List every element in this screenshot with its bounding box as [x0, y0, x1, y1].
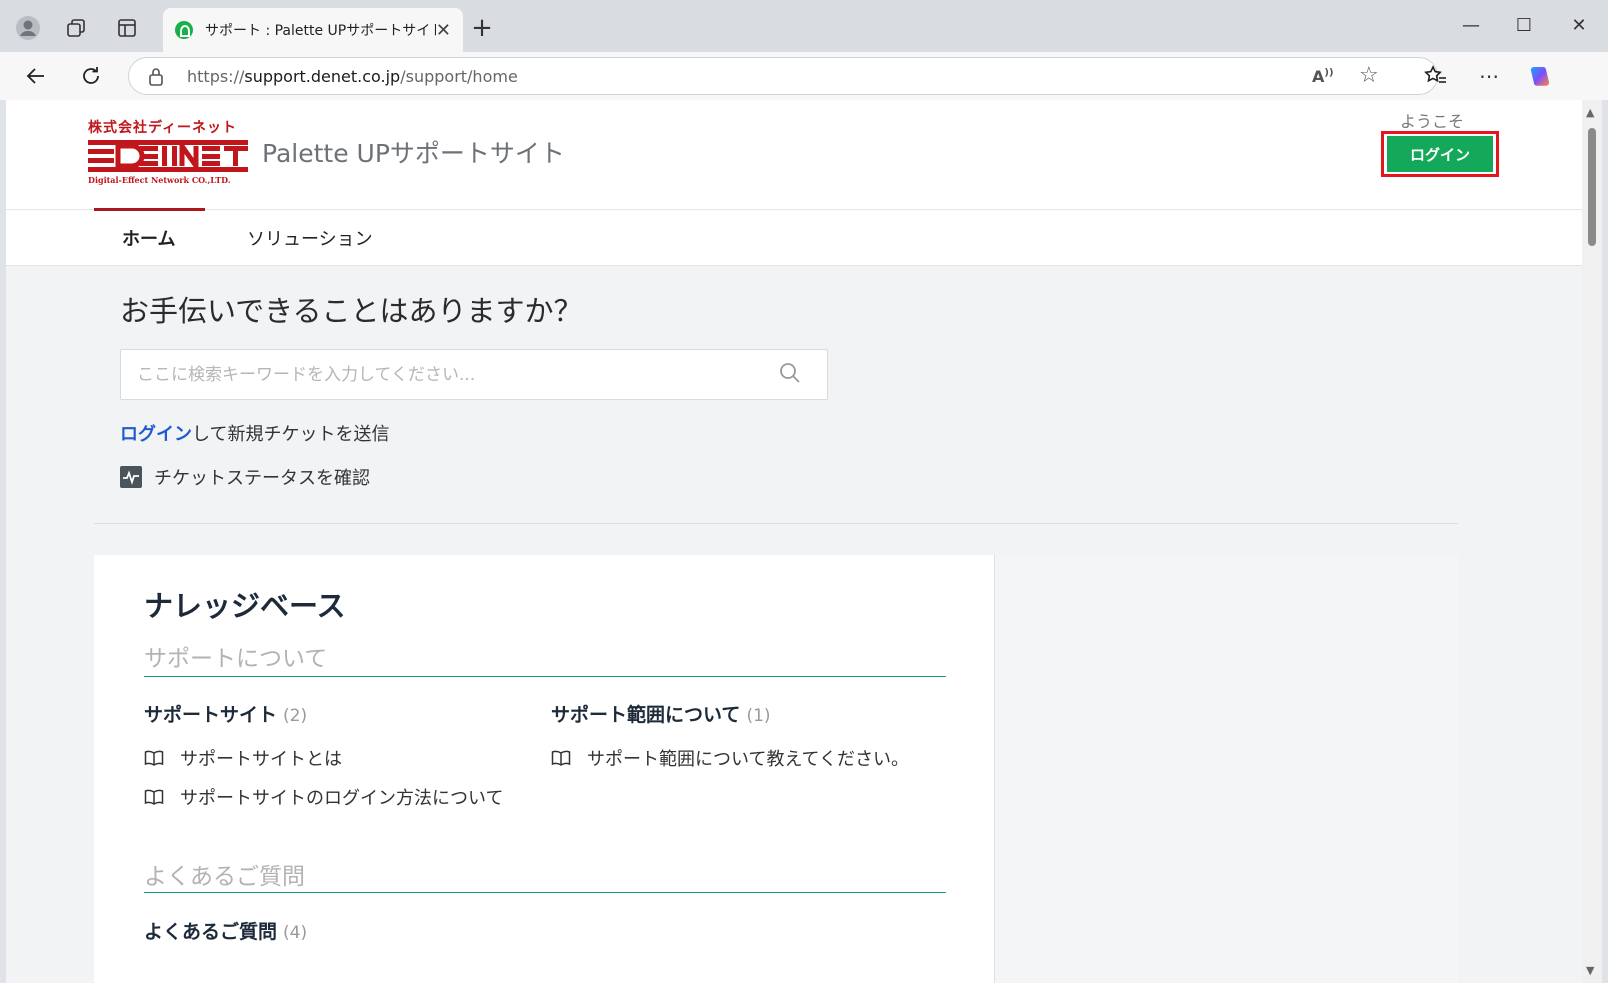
kb-article-link[interactable]: サポートサイトとは [144, 745, 342, 771]
logo-english-name: Digital-Effect Network CO.,LTD. [88, 175, 231, 185]
back-icon[interactable] [22, 62, 50, 90]
address-bar[interactable]: https://support.denet.co.jp/support/home… [128, 57, 1438, 95]
favorites-icon[interactable] [1422, 62, 1450, 90]
kb-category-title[interactable]: サポートサイト (2) [144, 700, 307, 727]
kb-category-title[interactable]: サポート範囲について (1) [551, 700, 771, 727]
active-tab[interactable]: サポート : Palette UPサポートサイト ✕ [163, 8, 463, 52]
knowledge-base-title: ナレッジベース [144, 589, 346, 623]
search-input[interactable] [137, 350, 757, 399]
logo-company-name: 株式会社ディーネット [88, 120, 238, 136]
window-close-icon[interactable]: ✕ [1556, 10, 1602, 40]
workspaces-icon[interactable] [62, 14, 90, 42]
article-title: サポートサイトとは [180, 749, 342, 770]
vertical-tabs-icon[interactable] [113, 14, 141, 42]
maximize-icon[interactable]: ☐ [1501, 10, 1547, 40]
search-box [120, 349, 828, 400]
more-options-icon[interactable]: ⋯ [1475, 62, 1503, 90]
page-scrollbar[interactable]: ▲ ▼ [1582, 100, 1602, 983]
refresh-icon[interactable] [77, 62, 105, 90]
welcome-text: ようこそ [1399, 112, 1464, 131]
new-tab-icon[interactable]: + [466, 12, 498, 44]
url-host: support.denet.co.jp [244, 66, 401, 86]
search-icon[interactable] [779, 362, 801, 384]
category-count: (4) [283, 923, 308, 943]
site-title[interactable]: Palette UPサポートサイト [262, 134, 565, 170]
kb-article-link[interactable]: サポートサイトのログイン方法について [144, 784, 503, 810]
url-path: /support/home [400, 66, 518, 86]
site-header: 株式会社ディーネット Digital-Effect Network CO.,LT… [6, 100, 1582, 210]
logo-mark-icon [88, 140, 248, 172]
kb-section-underline [144, 676, 946, 677]
scroll-up-icon[interactable]: ▲ [1586, 106, 1594, 119]
book-icon [144, 750, 164, 766]
minimize-icon[interactable]: — [1448, 10, 1494, 40]
kb-article-link[interactable]: サポート範囲について教えてください。 [551, 745, 909, 771]
read-aloud-icon[interactable]: A)) [1312, 67, 1334, 86]
favorite-star-icon[interactable]: ☆ [1359, 63, 1379, 88]
sidebar-panel [994, 555, 1458, 983]
activity-icon [120, 466, 142, 488]
scroll-thumb[interactable] [1588, 128, 1596, 246]
kb-section-title[interactable]: よくあるご質問 [144, 857, 305, 891]
lock-icon[interactable] [147, 67, 165, 91]
browser-toolbar: https://support.denet.co.jp/support/home… [0, 52, 1608, 100]
header-login-button-highlight: ログイン [1381, 131, 1499, 177]
category-name: サポート範囲について [551, 704, 741, 726]
browser-tab-strip: サポート : Palette UPサポートサイト ✕ + — ☐ ✕ [0, 0, 1608, 52]
nav-solutions[interactable]: ソリューション [247, 210, 373, 266]
login-ticket-line: ログインして新規チケットを送信 [120, 420, 389, 446]
profile-icon[interactable] [14, 14, 42, 42]
ticket-status-label: チケットステータスを確認 [154, 468, 370, 489]
article-title: サポートサイトのログイン方法について [180, 788, 504, 809]
category-count: (2) [283, 706, 308, 726]
site-favicon-icon [175, 21, 193, 39]
kb-section-underline [144, 892, 946, 893]
url-scheme: https:// [187, 66, 245, 86]
denet-logo[interactable]: 株式会社ディーネット Digital-Effect Network CO.,LT… [88, 120, 248, 186]
tab-title: サポート : Palette UPサポートサイト [205, 23, 436, 39]
help-heading: お手伝いできることはありますか？ [120, 294, 583, 328]
book-icon [551, 750, 571, 766]
article-title: サポート範囲について教えてください。 [587, 749, 910, 770]
kb-section-title[interactable]: サポートについて [144, 639, 327, 673]
kb-category-title[interactable]: よくあるご質問 (4) [144, 917, 307, 944]
main-nav: ホーム ソリューション [6, 208, 1582, 266]
scroll-down-icon[interactable]: ▼ [1586, 964, 1594, 977]
book-icon [144, 789, 164, 805]
nav-home[interactable]: ホーム [93, 208, 207, 266]
copilot-icon[interactable] [1526, 62, 1554, 90]
section-divider [94, 523, 1458, 524]
category-name: サポートサイト [144, 704, 278, 726]
header-login-button[interactable]: ログイン [1387, 136, 1493, 172]
ticket-status-link[interactable]: チケットステータスを確認 [120, 464, 370, 490]
knowledge-base-card: ナレッジベース サポートについて サポートサイト (2) サポートサイトとは サポ… [94, 555, 994, 983]
login-link[interactable]: ログイン [120, 424, 192, 445]
page-viewport: 株式会社ディーネット Digital-Effect Network CO.,LT… [6, 100, 1582, 983]
login-ticket-text: して新規チケットを送信 [192, 424, 390, 445]
category-name: よくあるご質問 [144, 921, 278, 943]
tab-close-icon[interactable]: ✕ [436, 20, 451, 41]
category-count: (1) [746, 706, 771, 726]
